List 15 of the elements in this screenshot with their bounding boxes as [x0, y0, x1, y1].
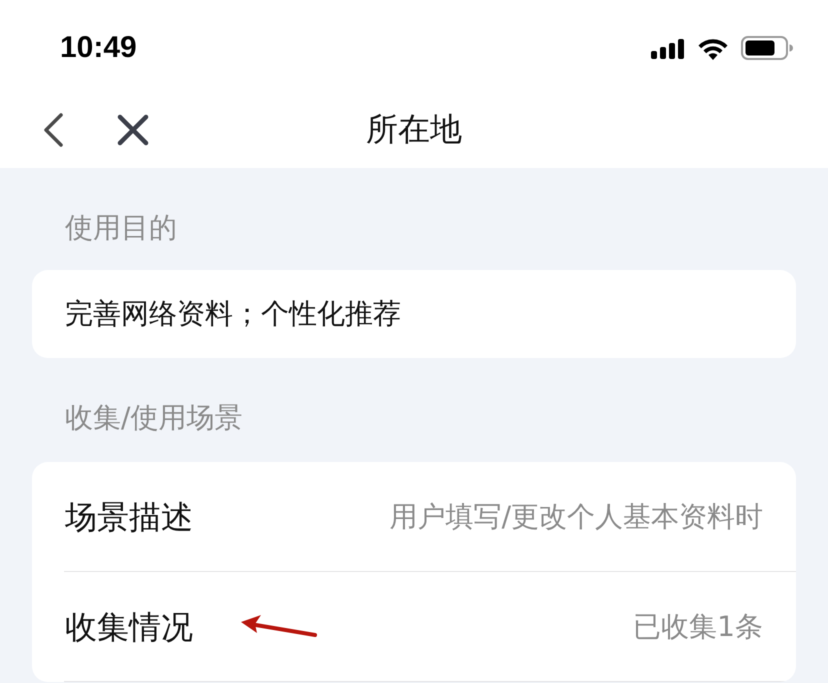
status-time: 10:49	[60, 30, 137, 66]
row-value: 用户填写/更改个人基本资料时	[390, 498, 763, 534]
battery-icon	[741, 36, 793, 60]
row-value: 已收集1条	[633, 608, 763, 644]
close-button[interactable]	[116, 113, 150, 147]
purpose-text: 完善网络资料；个性化推荐	[65, 296, 401, 332]
section-header: 使用目的	[65, 211, 177, 244]
wifi-icon	[697, 36, 729, 60]
signal-icon	[651, 37, 685, 59]
back-chevron-icon	[42, 113, 64, 147]
row-label: 场景描述	[64, 496, 193, 538]
row-label: 收集情况	[64, 606, 193, 648]
page-title: 所在地	[366, 109, 462, 150]
close-icon	[117, 114, 149, 146]
section-header: 收集/使用场景	[65, 401, 242, 434]
